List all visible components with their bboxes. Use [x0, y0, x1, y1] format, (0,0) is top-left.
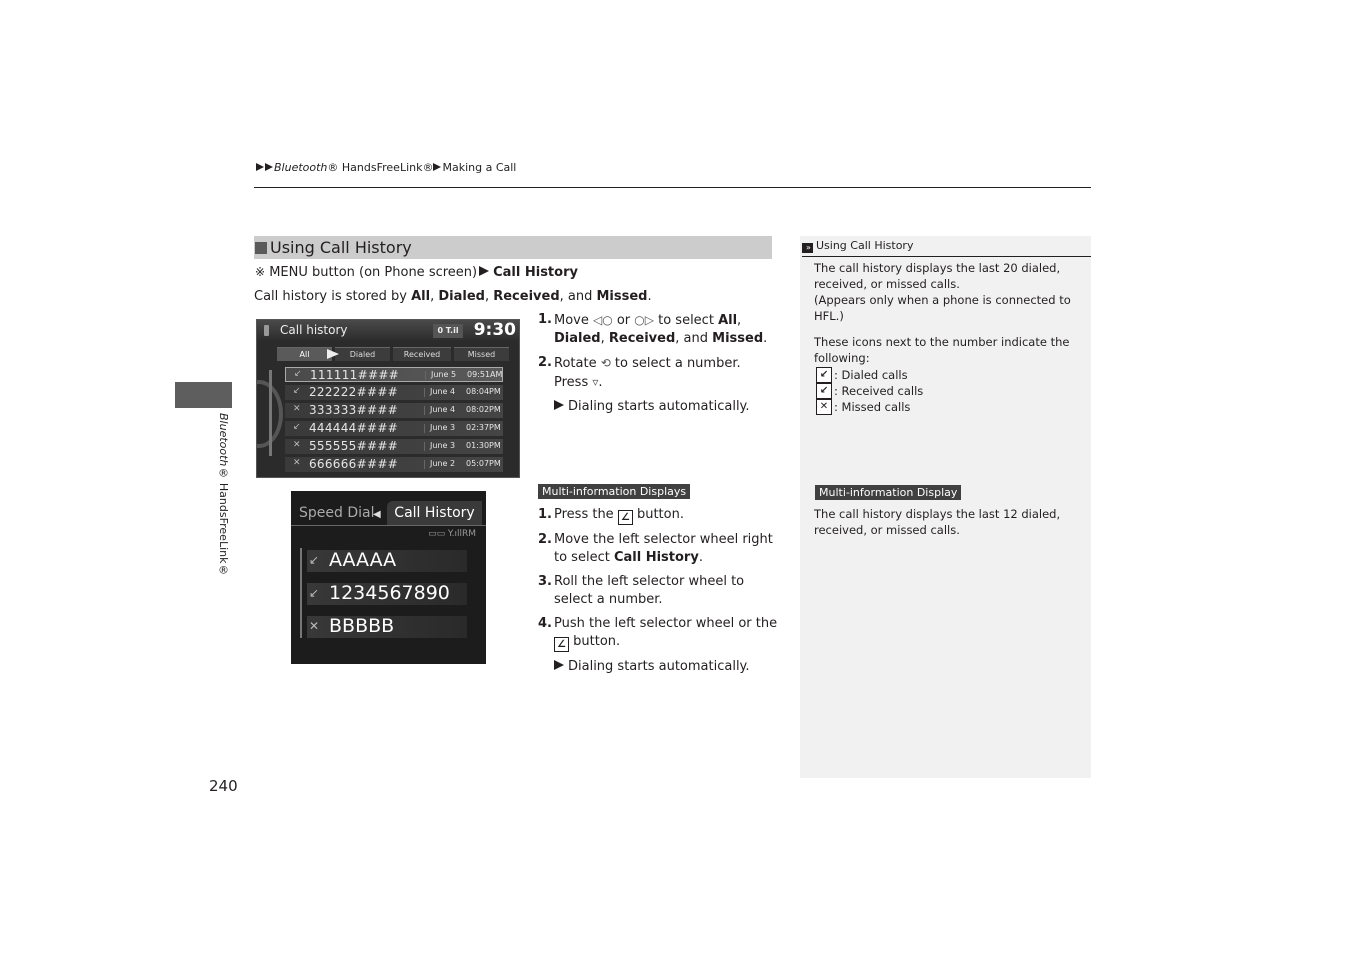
received-call-icon: ↙ [309, 553, 320, 567]
move-left-icon: ◁○ [593, 313, 613, 327]
missed-call-icon: ✕ [293, 404, 301, 414]
call-row[interactable]: ✕ BBBBB [307, 615, 467, 638]
rotate-knob-icon: ⟲ [600, 356, 611, 370]
breadcrumb-arrow-icon [265, 163, 273, 171]
call-row[interactable]: ✕ 333333#### June 4 08:02PM [285, 403, 503, 418]
menu-button-icon: ※ [255, 265, 266, 279]
tab-dialed[interactable]: Dialed [335, 347, 390, 361]
call-row[interactable]: ↙ 444444#### June 3 02:37PM [285, 421, 503, 436]
breadcrumb: Bluetooth® HandsFreeLink® Making a Call [256, 161, 516, 174]
mid-result: Dialing starts automatically. [538, 658, 778, 676]
call-row[interactable]: ✕ 555555#### June 3 01:30PM [285, 439, 503, 454]
press-knob-icon: ▿ [592, 375, 599, 389]
breadcrumb-arrow-icon [256, 163, 264, 171]
dialed-call-icon: ↙ [816, 367, 832, 383]
missed-call-icon: ✕ [293, 458, 301, 468]
mid-step-4: 4. Push the left selector wheel or the ∠… [538, 616, 778, 652]
menu-path: ※ MENU button (on Phone screen) Call Hist… [255, 265, 578, 280]
menu-path-prefix: MENU button (on Phone screen) [269, 265, 478, 280]
result-arrow-icon [554, 660, 564, 670]
tab-call-history[interactable]: Call History [387, 501, 482, 525]
menu-path-target: Call History [493, 265, 578, 280]
nav-call-history-screen: Call history 0 T.il 9:30 All Dialed Rece… [256, 319, 520, 478]
legend-item: ✕: Missed calls [816, 399, 1081, 415]
tab-received[interactable]: Received [393, 347, 451, 361]
nav-step-2: 2. Rotate ⟲ to select a number. Press ▿. [538, 355, 741, 390]
call-row[interactable]: ↙ 111111#### June 5 09:51AM [285, 367, 503, 382]
call-row[interactable]: ↙ AAAAA [307, 549, 467, 572]
result-arrow-icon [554, 400, 564, 410]
call-row[interactable]: ✕ 666666#### June 2 05:07PM [285, 457, 503, 472]
mid-step-2: 2. Move the left selector wheel right to… [538, 532, 773, 565]
category-missed: Missed [596, 289, 648, 304]
path-arrow-icon [479, 266, 490, 276]
tab-all[interactable]: All [277, 347, 332, 361]
nav-title-bar: Call history 0 T.il 9:30 [257, 320, 519, 342]
stored-by-text: Call history is stored by All, Dialed, R… [254, 289, 652, 304]
category-all: All [411, 289, 431, 304]
received-call-icon: ↙ [309, 586, 320, 600]
mid-tabs: Speed Dial ◀ Call History [291, 501, 486, 526]
sidebar-text-3: The call history displays the last 12 di… [814, 507, 1061, 537]
nav-title: Call history [280, 323, 348, 337]
nav-steps: 1. Move ◁○ or ○▷ to select All, Dialed, … [538, 311, 778, 416]
heading-square-icon [255, 242, 267, 254]
category-dialed: Dialed [438, 289, 485, 304]
breadcrumb-item-bluetooth[interactable]: Bluetooth [274, 161, 327, 174]
category-received: Received [493, 289, 560, 304]
clock: 9:30 [473, 320, 516, 340]
section-title: Using Call History [270, 238, 412, 257]
signal-status: ▭▭ Y.ıllRM [428, 529, 476, 539]
received-call-icon: ↙ [293, 386, 301, 396]
missed-call-icon: ✕ [816, 399, 832, 415]
received-call-icon: ↙ [816, 383, 832, 399]
sidebar-text-2: These icons next to the number indicate … [814, 335, 1070, 365]
phone-button-icon: ∠ [617, 510, 633, 525]
section-heading: Using Call History [254, 236, 772, 259]
mid-steps: 1. Press the ∠ button. 2. Move the left … [538, 506, 778, 676]
header-rule [254, 187, 1091, 188]
nav-result: Dialing starts automatically. [538, 398, 778, 416]
chapter-tab[interactable] [175, 382, 232, 408]
tab-pointer-icon [327, 349, 339, 359]
mid-call-history-screen: Speed Dial ◀ Call History ▭▭ Y.ıllRM ↙ A… [291, 491, 486, 664]
move-right-icon: ○▷ [634, 313, 654, 327]
sidebar-mid-tag: Multi-information Display [815, 485, 962, 500]
sidebar-notes: » Using Call History The call history dis… [800, 236, 1091, 778]
mid-tag: Multi-information Displays [538, 484, 691, 499]
nav-step-1: 1. Move ◁○ or ○▷ to select All, Dialed, … [538, 312, 768, 346]
call-row[interactable]: ↙ 222222#### June 4 08:04PM [285, 385, 503, 400]
missed-call-icon: ✕ [309, 619, 320, 633]
icon-legend: ↙: Dialed calls ↙: Received calls ✕: Mis… [816, 367, 1081, 415]
tab-arrow-icon: ◀ [373, 509, 381, 520]
breadcrumb-arrow-icon [433, 163, 442, 171]
nav-tabs: All Dialed Received Missed [277, 347, 513, 361]
page-number: 240 [209, 777, 238, 795]
call-row[interactable]: ↙ 1234567890 [307, 582, 467, 605]
breadcrumb-item-handsfreelink[interactable]: ® HandsFreeLink® [327, 161, 433, 174]
double-chevron-icon: » [802, 243, 813, 253]
tab-missed[interactable]: Missed [454, 347, 509, 361]
scrollbar[interactable] [269, 370, 272, 456]
phone-button-icon: ∠ [554, 637, 569, 652]
sidebar-text-1: The call history displays the last 20 di… [814, 261, 1071, 323]
phone-icon [264, 325, 269, 336]
sidebar-heading: » Using Call History [802, 236, 1091, 257]
tab-speed-dial[interactable]: Speed Dial [299, 505, 374, 521]
scrollbar[interactable] [300, 548, 302, 638]
breadcrumb-item-making-a-call[interactable]: Making a Call [442, 161, 516, 174]
dialed-call-icon: ↙ [293, 422, 301, 432]
missed-call-icon: ✕ [293, 440, 301, 450]
signal-status: 0 T.il [433, 324, 463, 338]
legend-item: ↙: Received calls [816, 383, 1081, 399]
mid-step-1: 1. Press the ∠ button. [538, 507, 684, 525]
legend-item: ↙: Dialed calls [816, 367, 1081, 383]
mid-step-3: 3. Roll the left selector wheel to selec… [538, 574, 745, 607]
dialed-call-icon: ↙ [294, 369, 302, 379]
chapter-label: Bluetooth® HandsFreeLink® [217, 413, 230, 577]
